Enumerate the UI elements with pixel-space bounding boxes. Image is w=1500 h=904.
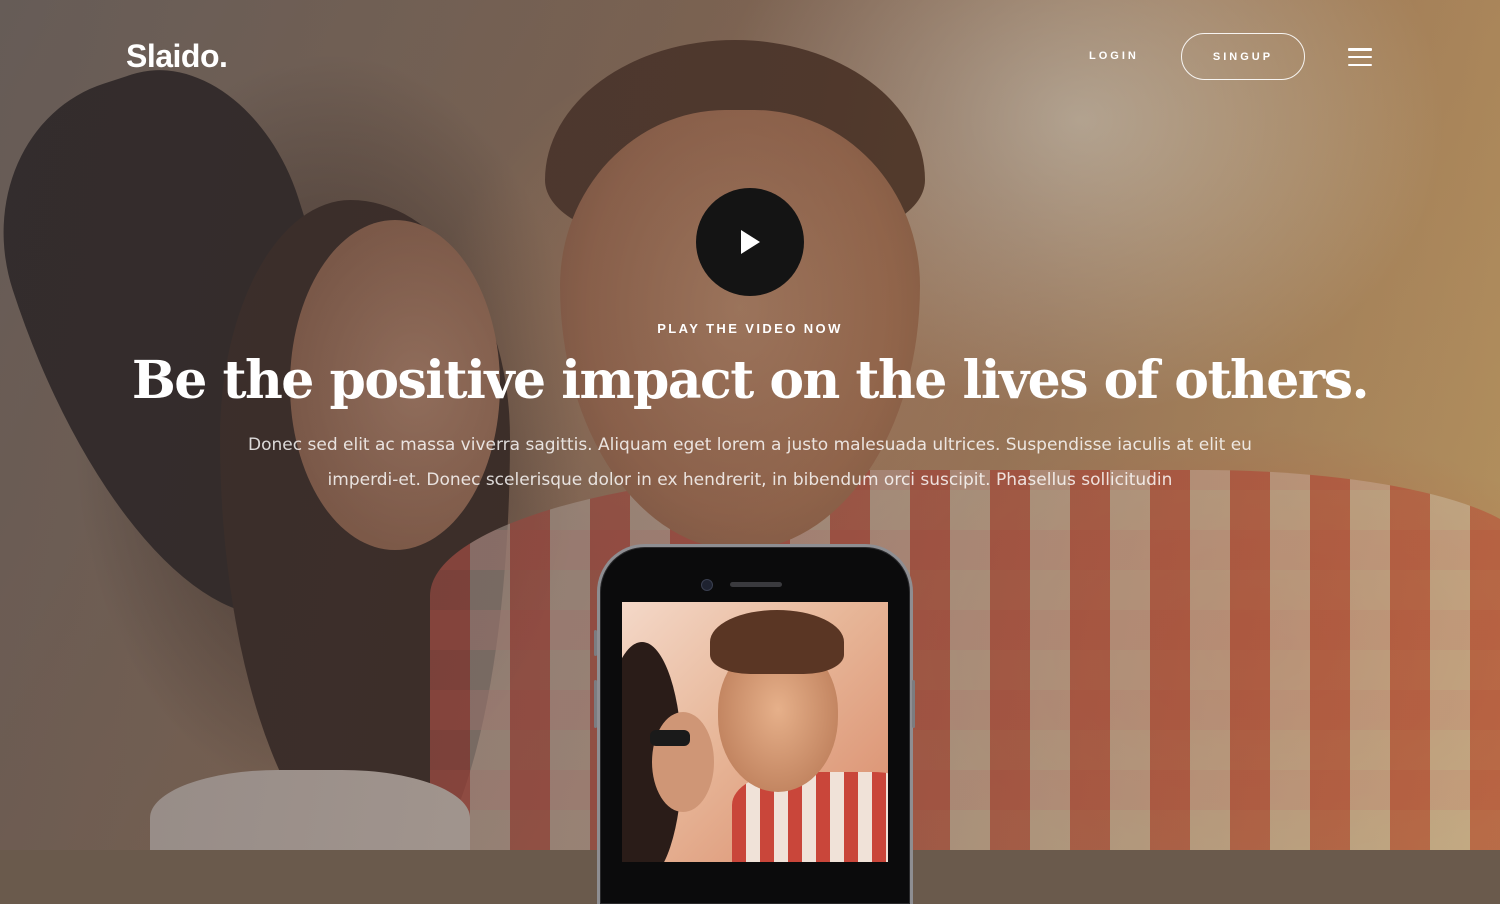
menu-line	[1348, 48, 1372, 51]
hero-description: Donec sed elit ac massa viverra sagittis…	[248, 435, 1252, 490]
play-video-caption: PLAY THE VIDEO NOW	[657, 321, 843, 336]
phone-camera	[701, 579, 713, 591]
signup-button-label: SINGUP	[1212, 50, 1274, 63]
phone-side-button	[912, 680, 915, 728]
phone-side-button	[594, 680, 597, 728]
play-video-button[interactable]	[696, 188, 804, 296]
menu-line	[1348, 55, 1372, 59]
screen-sunglasses-shape	[650, 730, 690, 746]
play-icon	[741, 230, 760, 254]
hero-headline: Be the positive impact on the lives of o…	[131, 350, 1370, 411]
screen-face-woman-shape	[652, 712, 714, 812]
phone-speaker	[730, 582, 782, 587]
menu-line	[1348, 63, 1372, 66]
phone-screen-photo	[622, 602, 888, 862]
brand-logo[interactable]: Slaido.	[126, 38, 228, 75]
hamburger-menu-icon[interactable]	[1348, 48, 1372, 66]
signup-button[interactable]: SINGUP	[1181, 33, 1305, 80]
phone-side-button	[594, 630, 597, 656]
screen-hair-man-shape	[710, 610, 844, 674]
login-link[interactable]: LOGIN	[1089, 50, 1139, 62]
